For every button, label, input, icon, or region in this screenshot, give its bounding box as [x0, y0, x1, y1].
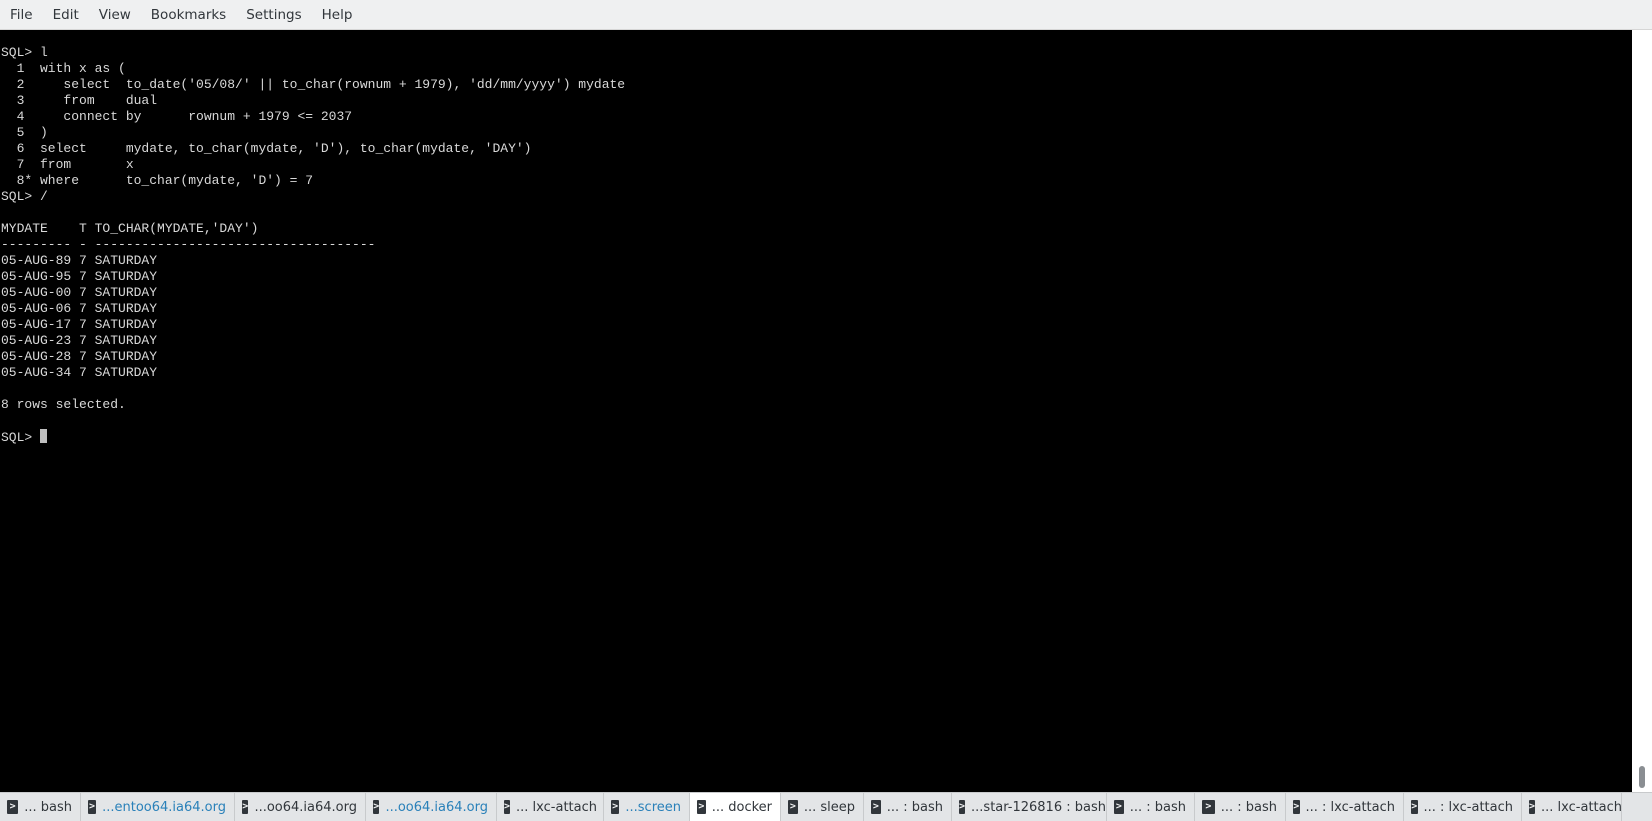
- session-tab[interactable]: > ... sleep: [781, 793, 864, 821]
- session-tab[interactable]: > ...screen: [604, 793, 690, 821]
- terminal-line: 05-AUG-23 7 SATURDAY: [1, 333, 158, 348]
- terminal-icon: >: [697, 800, 706, 814]
- session-tab[interactable]: > ... lxc-attach: [497, 793, 604, 821]
- terminal-line: 05-AUG-95 7 SATURDAY: [1, 269, 158, 284]
- menu-help[interactable]: Help: [312, 0, 363, 30]
- terminal-prompt-line[interactable]: SQL>: [1, 429, 1632, 445]
- session-tab[interactable]: > ...oo64.ia64.org: [235, 793, 366, 821]
- terminal-output[interactable]: SQL> l 1 with x as ( 2 select to_date('0…: [0, 30, 1632, 792]
- session-tab[interactable]: > ... lxc-attach: [1522, 793, 1622, 821]
- terminal-line: 2 select to_date('05/08/' || to_char(row…: [1, 77, 626, 92]
- session-tab-label: ... sleep: [803, 799, 855, 815]
- terminal-icon: >: [1411, 800, 1418, 814]
- terminal-icon: >: [1202, 800, 1215, 814]
- terminal-icon: >: [373, 800, 380, 814]
- terminal-line: --------- - ----------------------------…: [1, 237, 376, 252]
- session-tab-label: ... : bash: [1220, 799, 1277, 815]
- session-tab-label: ... : bash: [1129, 799, 1186, 815]
- terminal-line: 8* where to_char(mydate, 'D') = 7: [1, 173, 314, 188]
- terminal-line: SQL> /: [1, 189, 48, 204]
- session-tab[interactable]: > ... bash: [0, 793, 81, 821]
- session-tab[interactable]: > ... : lxc-attach: [1404, 793, 1522, 821]
- session-tab-label: ... lxc-attach: [1541, 799, 1622, 815]
- session-tab[interactable]: > ...entoo64.ia64.org: [81, 793, 235, 821]
- terminal-line: 3 from dual: [1, 93, 158, 108]
- session-tab[interactable]: > ... : bash: [1195, 793, 1286, 821]
- terminal-line: 05-AUG-89 7 SATURDAY: [1, 253, 158, 268]
- session-tab-label: ... lxc-attach: [516, 799, 597, 815]
- session-tab-label: ...oo64.ia64.org: [385, 799, 488, 815]
- session-tab[interactable]: > ... : bash: [864, 793, 952, 821]
- terminal-line: SQL> l: [1, 45, 48, 60]
- session-tab-bar: > ... bash > ...entoo64.ia64.org > ...oo64.ia…: [0, 792, 1652, 821]
- terminal-line: 6 select mydate, to_char(mydate, 'D'), t…: [1, 141, 532, 156]
- session-tab[interactable]: > ...star-126816 : bash: [952, 793, 1107, 821]
- terminal-line: 05-AUG-28 7 SATURDAY: [1, 349, 158, 364]
- terminal-icon: >: [504, 800, 511, 814]
- session-tab-label: ...star-126816 : bash: [971, 799, 1106, 815]
- terminal-line: MYDATE T TO_CHAR(MYDATE,'DAY'): [1, 221, 259, 236]
- terminal-icon: >: [611, 800, 620, 814]
- menu-file[interactable]: File: [0, 0, 43, 30]
- scrollbar-thumb[interactable]: [1639, 766, 1645, 788]
- session-tab[interactable]: > ... : lxc-attach: [1286, 793, 1404, 821]
- terminal-icon: >: [1114, 800, 1124, 814]
- session-tab-label: ... : lxc-attach: [1423, 799, 1513, 815]
- session-tab-label: ...oo64.ia64.org: [254, 799, 357, 815]
- session-tab-label: ...entoo64.ia64.org: [102, 799, 226, 815]
- menu-edit[interactable]: Edit: [43, 0, 89, 30]
- session-tab[interactable]: > ... docker: [690, 793, 781, 821]
- text-cursor: [40, 429, 48, 443]
- terminal-line: 7 from x: [1, 157, 134, 172]
- session-tab-label: ...screen: [625, 799, 681, 815]
- terminal-icon: >: [959, 800, 966, 814]
- terminal-line: 5 ): [1, 125, 48, 140]
- menu-bar: File Edit View Bookmarks Settings Help: [0, 0, 1652, 30]
- terminal-icon: >: [7, 800, 19, 814]
- session-tab-label: ... bash: [24, 799, 72, 815]
- terminal-icon: >: [871, 800, 881, 814]
- terminal-icon: >: [242, 800, 249, 814]
- terminal-line: 8 rows selected.: [1, 397, 126, 412]
- terminal-icon: >: [1293, 800, 1300, 814]
- menu-view[interactable]: View: [89, 0, 141, 30]
- session-tab[interactable]: > ...oo64.ia64.org: [366, 793, 497, 821]
- menu-bookmarks[interactable]: Bookmarks: [141, 0, 236, 30]
- session-tab-label: ... : lxc-attach: [1305, 799, 1395, 815]
- terminal-line: 05-AUG-06 7 SATURDAY: [1, 301, 158, 316]
- terminal-line: 05-AUG-00 7 SATURDAY: [1, 285, 158, 300]
- session-tab-label: ... docker: [711, 799, 772, 815]
- menu-settings[interactable]: Settings: [236, 0, 311, 30]
- terminal-scrollbar[interactable]: [1632, 30, 1652, 792]
- terminal-line: 05-AUG-17 7 SATURDAY: [1, 317, 158, 332]
- sql-prompt: SQL>: [1, 430, 41, 445]
- session-tab[interactable]: > ... : bash: [1107, 793, 1195, 821]
- terminal-line: 1 with x as (: [1, 61, 126, 76]
- terminal-line: 4 connect by rownum + 1979 <= 2037: [1, 109, 353, 124]
- session-tab-label: ... : bash: [886, 799, 943, 815]
- terminal-icon: >: [788, 800, 798, 814]
- terminal-icon: >: [1529, 800, 1536, 814]
- terminal-icon: >: [88, 800, 97, 814]
- terminal-line: 05-AUG-34 7 SATURDAY: [1, 365, 158, 380]
